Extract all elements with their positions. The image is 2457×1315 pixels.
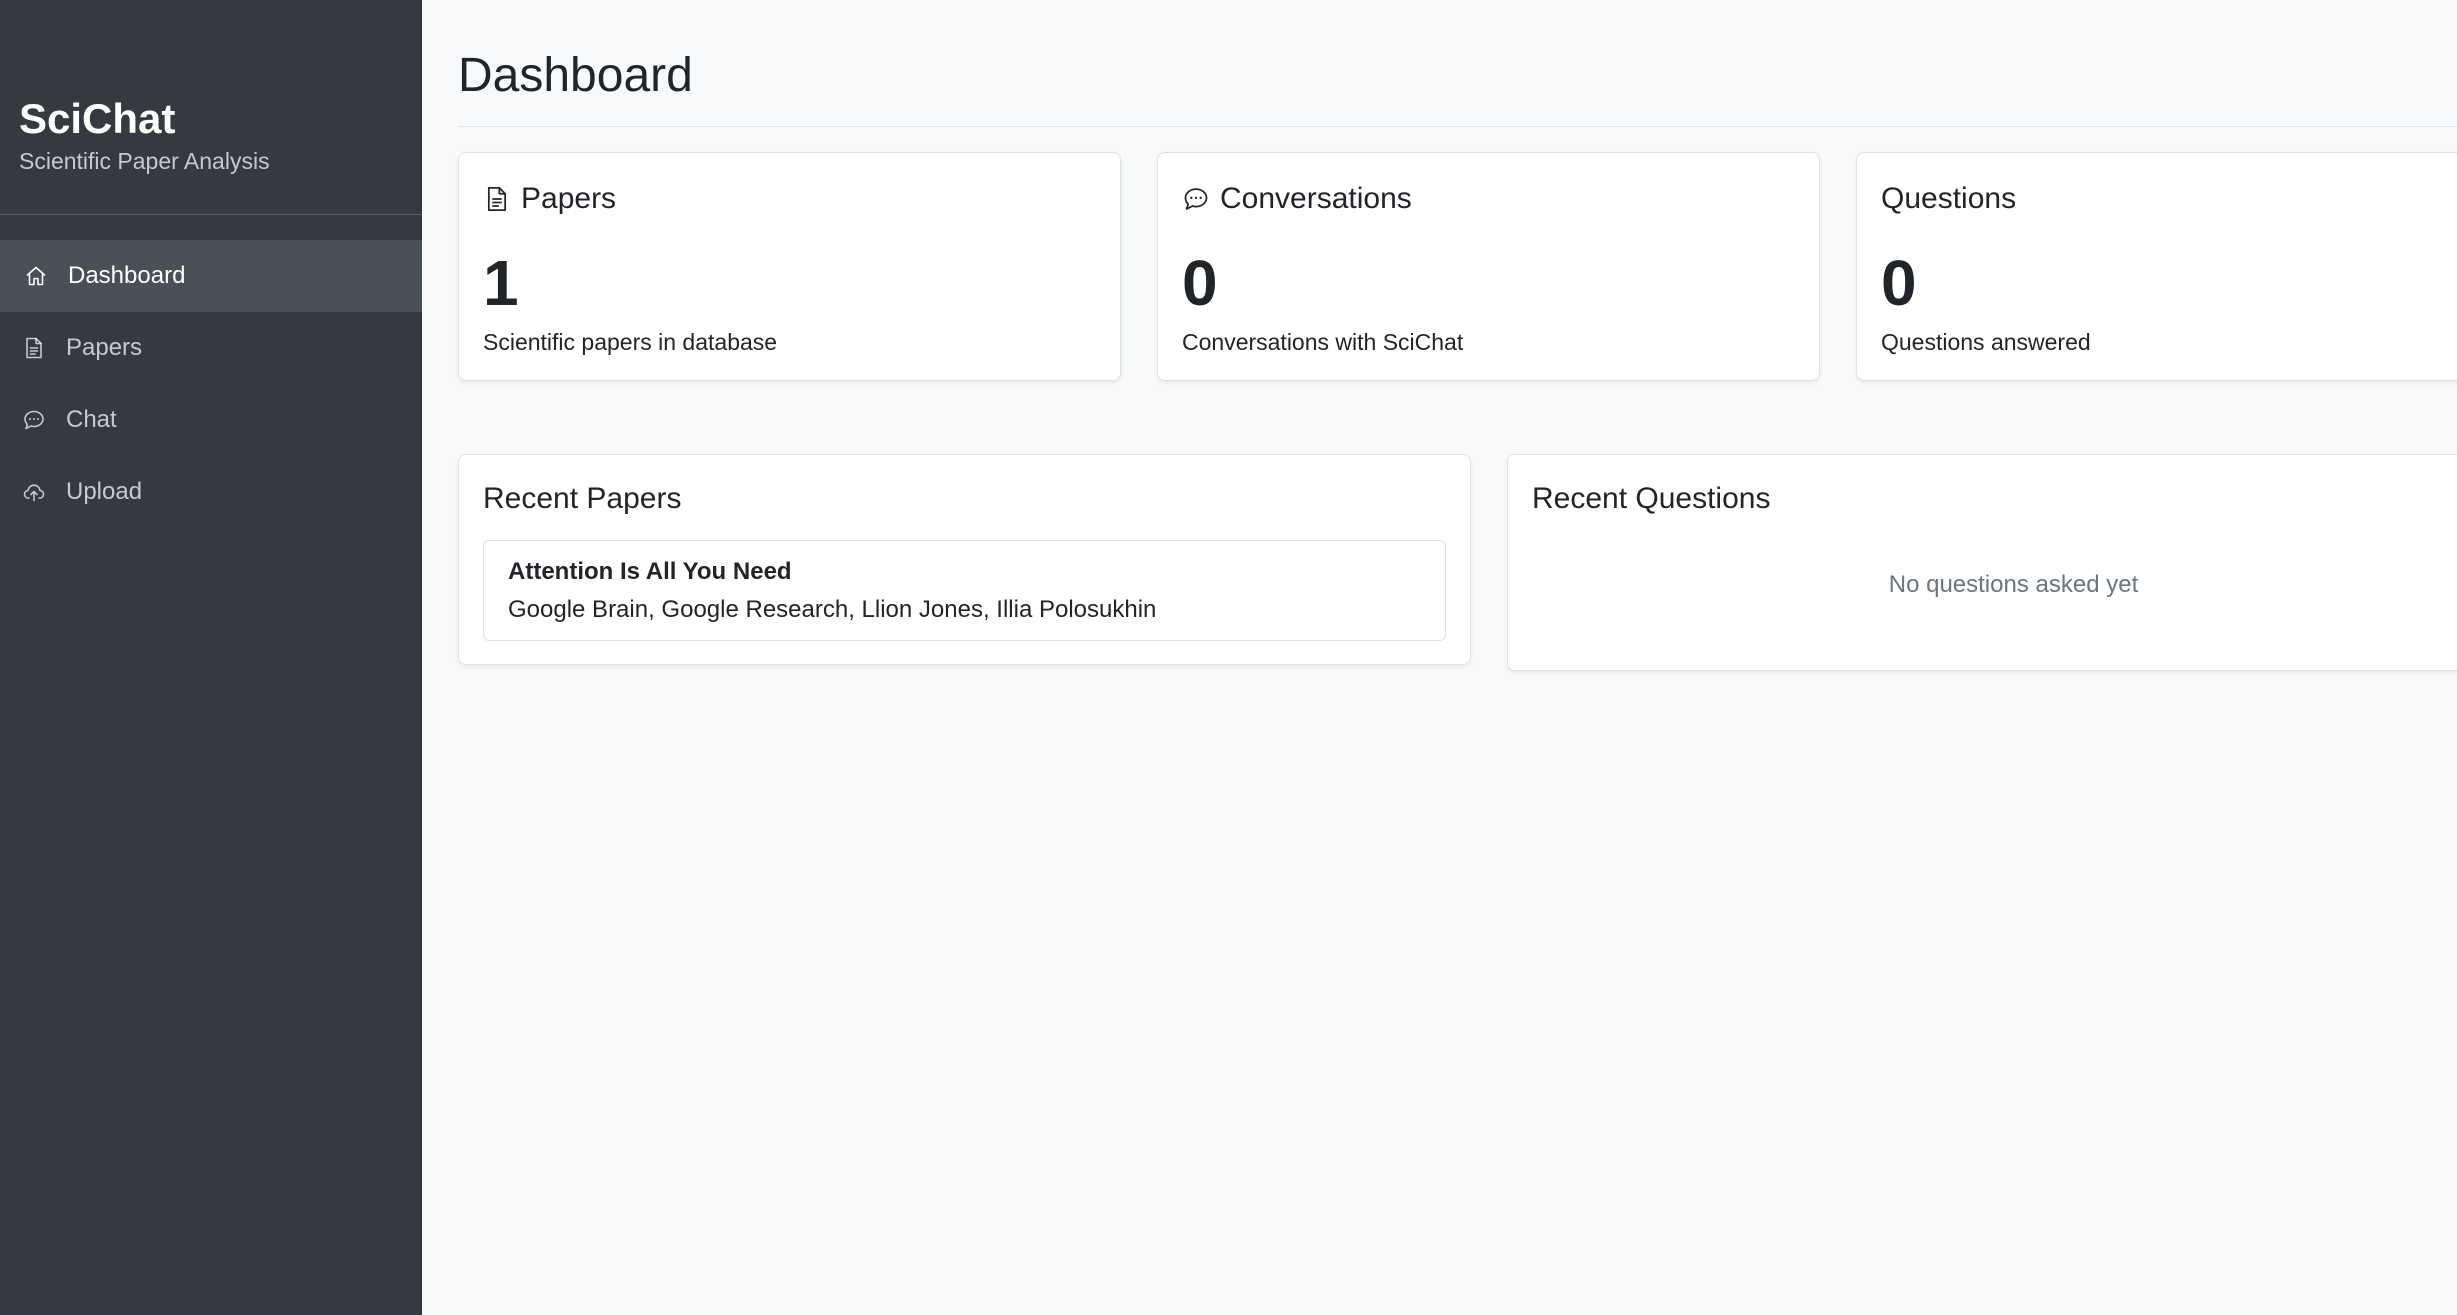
paper-authors: Google Brain, Google Research, Llion Jon… [508, 596, 1157, 623]
empty-state-text: No questions asked yet [1888, 571, 2139, 598]
stat-card-conversations: Conversations 0 Conversations with SciCh… [1157, 152, 1820, 381]
sidebar-item-label: Chat [66, 406, 117, 433]
stat-card-title: Papers [521, 182, 617, 215]
cloud-upload-icon [22, 480, 46, 504]
page-title: Dashboard [458, 49, 693, 102]
stat-value: 0 [1881, 247, 1917, 319]
brand: SciChat Scientific Paper Analysis [19, 92, 270, 176]
main-content: Dashboard Papers 1 Scientific papers in … [422, 0, 2457, 1315]
brand-title: SciChat [19, 95, 176, 142]
chat-icon [22, 408, 46, 432]
stat-value: 0 [1182, 247, 1218, 319]
stat-card-questions: Questions 0 Questions answered [1856, 152, 2457, 381]
recent-questions-panel: Recent Questions No questions asked yet [1507, 454, 2457, 671]
home-icon [24, 264, 48, 288]
sidebar-item-dashboard[interactable]: Dashboard [0, 240, 422, 312]
recent-questions-title: Recent Questions [1532, 482, 1771, 515]
sidebar-item-chat[interactable]: Chat [0, 384, 422, 456]
list-item[interactable]: Attention Is All You Need Google Brain, … [483, 540, 1446, 641]
document-icon [483, 185, 511, 213]
paper-title: Attention Is All You Need [508, 558, 792, 585]
sidebar-item-papers[interactable]: Papers [0, 312, 422, 384]
sidebar-nav: Dashboard Papers Chat Upload [0, 240, 422, 528]
sidebar-item-upload[interactable]: Upload [0, 456, 422, 528]
sidebar-divider [0, 214, 422, 215]
stat-description: Scientific papers in database [483, 329, 778, 355]
stat-card-header: Questions [1881, 179, 2016, 219]
recent-papers-panel: Recent Papers Attention Is All You Need … [458, 454, 1471, 665]
stat-value: 1 [483, 247, 519, 319]
stat-card-title: Questions [1881, 182, 2017, 215]
document-icon [22, 336, 46, 360]
sidebar: SciChat Scientific Paper Analysis Dashbo… [0, 0, 422, 1315]
stat-description: Questions answered [1881, 329, 2091, 355]
stat-card-title: Conversations [1220, 182, 1412, 215]
stat-description: Conversations with SciChat [1182, 329, 1464, 355]
chat-icon [1182, 185, 1210, 213]
brand-subtitle: Scientific Paper Analysis [19, 148, 270, 174]
sidebar-item-label: Upload [66, 478, 143, 505]
sidebar-item-label: Dashboard [68, 262, 186, 289]
sidebar-item-label: Papers [66, 334, 143, 361]
stat-card-header: Papers [483, 179, 616, 219]
title-divider [458, 126, 2457, 127]
stat-card-papers: Papers 1 Scientific papers in database [458, 152, 1121, 381]
stat-card-header: Conversations [1182, 179, 1412, 219]
recent-papers-title: Recent Papers [483, 482, 682, 515]
